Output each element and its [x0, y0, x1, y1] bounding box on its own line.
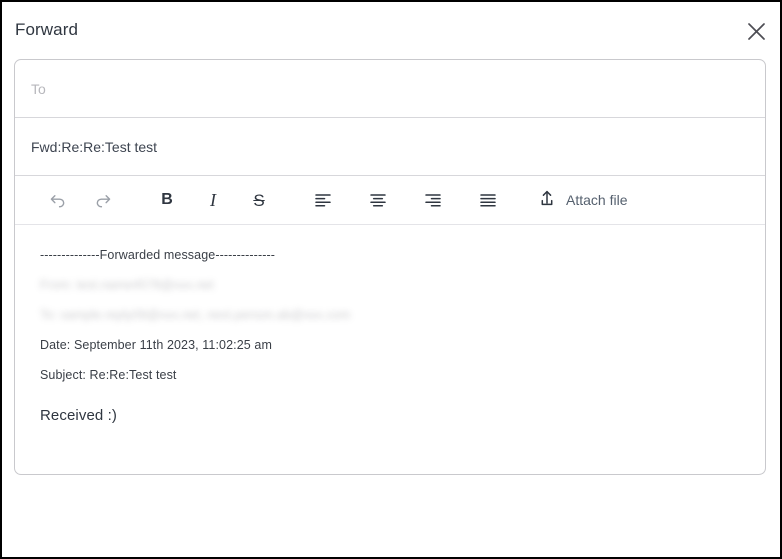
close-icon[interactable]: [742, 17, 770, 45]
message-body[interactable]: --------------Forwarded message---------…: [15, 225, 765, 474]
forward-dialog-window: Forward To Fwd:Re:Re:Test test B I S Att…: [0, 0, 782, 559]
strikethrough-button[interactable]: S: [244, 185, 274, 215]
to-input[interactable]: [31, 78, 765, 99]
subject-input[interactable]: [31, 136, 765, 157]
composer-card: B I S: [14, 59, 766, 475]
redo-icon[interactable]: [88, 185, 118, 215]
dialog-header: Forward: [2, 2, 780, 59]
formatting-toolbar: B I S Attach file: [15, 176, 765, 225]
align-justify-icon[interactable]: [473, 185, 503, 215]
subject-field-row[interactable]: [15, 118, 765, 176]
italic-label: I: [210, 190, 216, 210]
page-title: Forward: [15, 20, 79, 39]
undo-icon[interactable]: [42, 185, 72, 215]
forwarded-divider: --------------Forwarded message---------…: [40, 248, 275, 262]
upload-icon: [537, 188, 557, 213]
bold-button[interactable]: B: [152, 185, 182, 215]
to-line: To: sample.reply09@xxx.net, next.person.…: [40, 308, 351, 322]
to-field-row[interactable]: [15, 60, 765, 118]
dialog-footer: SEND: [2, 475, 780, 557]
align-center-icon[interactable]: [363, 185, 393, 215]
subject-line: Subject: Re:Re:Test test: [40, 368, 177, 382]
message-signature: Received :): [40, 407, 117, 424]
from-line: From: test.name4578@xxx.net: [40, 278, 214, 292]
italic-button[interactable]: I: [198, 185, 228, 215]
align-right-icon[interactable]: [418, 185, 448, 215]
align-left-icon[interactable]: [308, 185, 338, 215]
attach-file-button[interactable]: Attach file: [537, 185, 627, 215]
date-line: Date: September 11th 2023, 11:02:25 am: [40, 338, 272, 352]
attach-file-label: Attach file: [566, 192, 628, 208]
bold-label: B: [161, 191, 173, 208]
strikethrough-label: S: [253, 190, 265, 210]
